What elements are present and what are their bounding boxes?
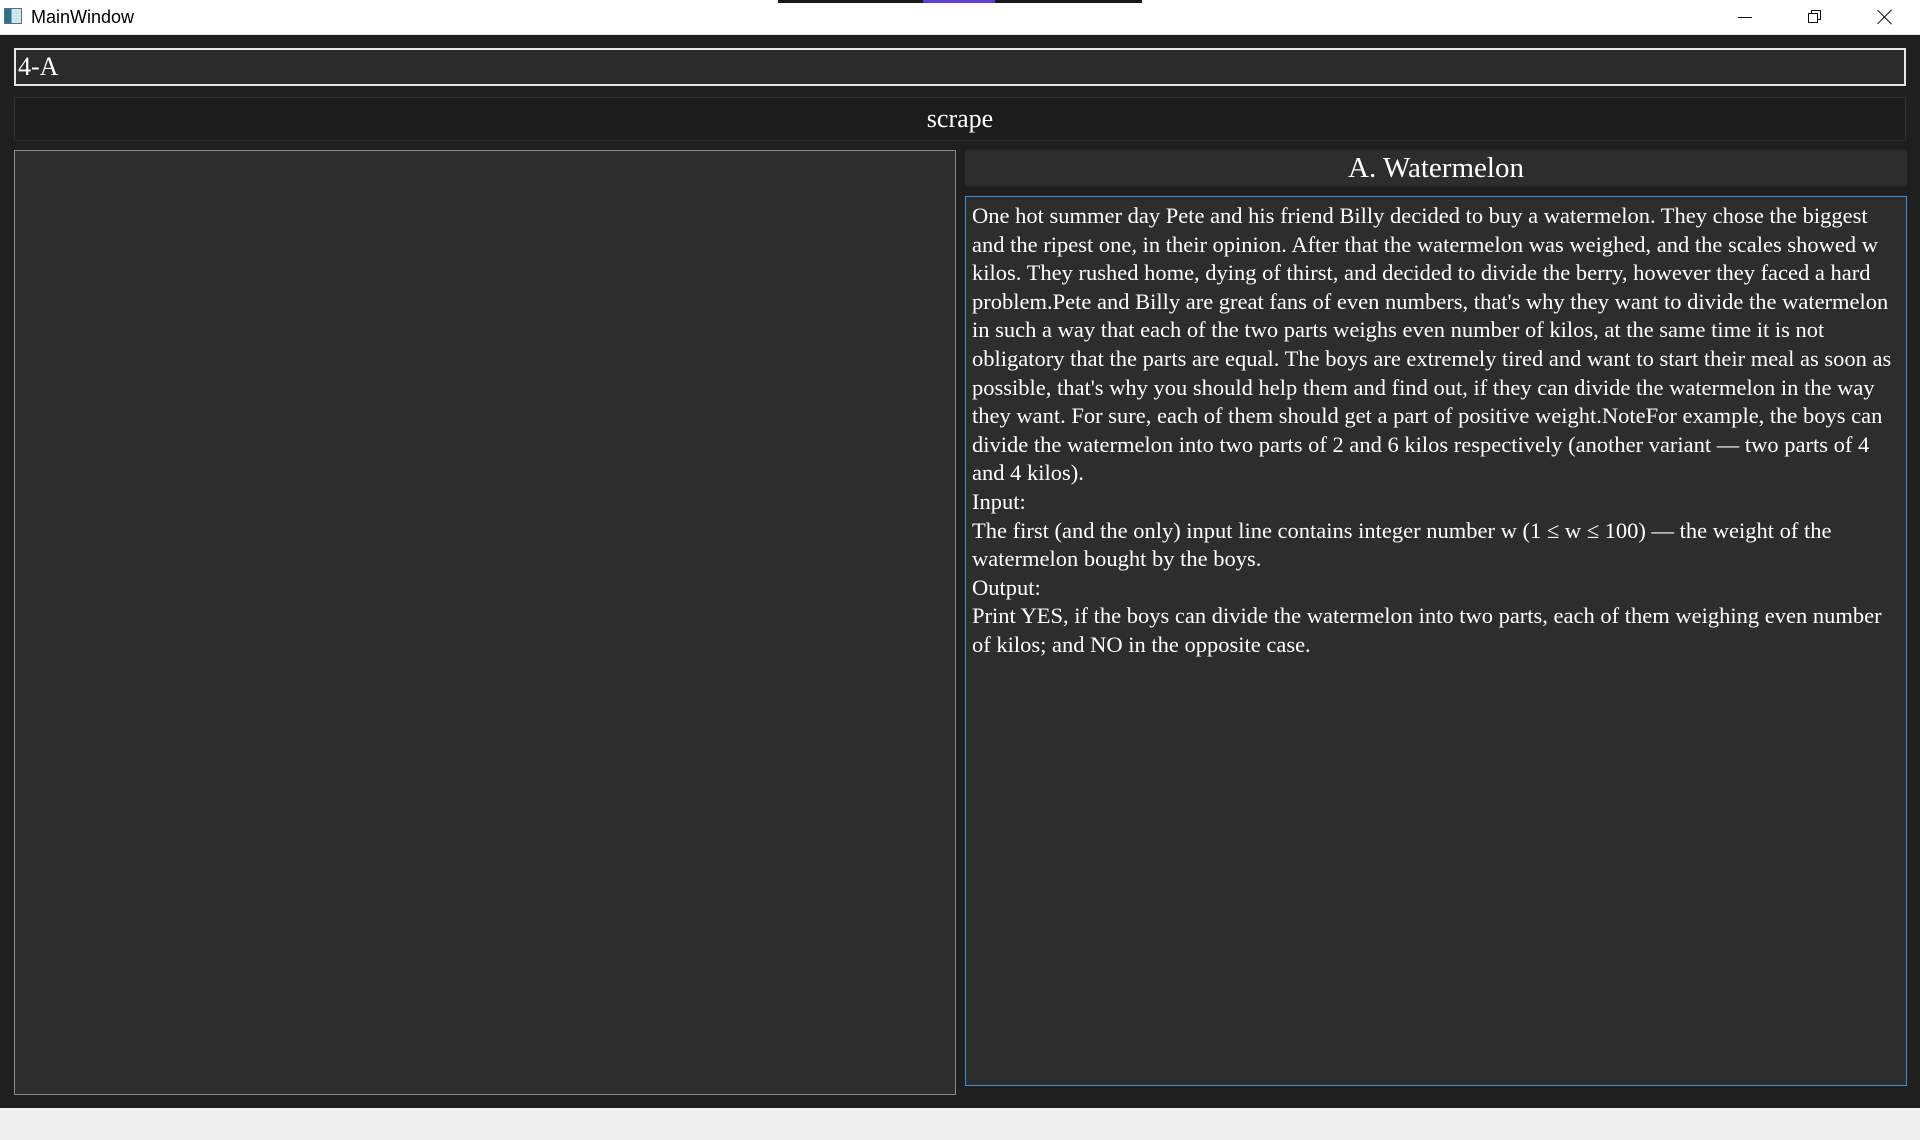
code-editor-panel[interactable]: [14, 150, 956, 1095]
minimize-icon: [1738, 16, 1752, 18]
statement-text: One hot summer day Pete and his friend B…: [972, 203, 1892, 486]
problem-statement-panel[interactable]: One hot summer day Pete and his friend B…: [965, 196, 1907, 1086]
output-text: Print YES, if the boys can divide the wa…: [972, 603, 1882, 657]
close-icon: [1877, 9, 1893, 25]
scrape-button[interactable]: scrape: [14, 97, 1906, 141]
title-bar[interactable]: MainWindow: [0, 0, 1920, 35]
main-window: MainWindow scrape A. Watermelon One hot …: [0, 0, 1920, 1108]
problem-title: A. Watermelon: [965, 150, 1907, 186]
title-progress-bar: [778, 0, 1142, 3]
output-heading: Output:: [972, 574, 1041, 600]
restore-button[interactable]: [1780, 0, 1850, 34]
minimize-button[interactable]: [1710, 0, 1780, 34]
restore-icon: [1808, 10, 1822, 24]
window-title: MainWindow: [31, 7, 135, 27]
window-app-icon: [4, 8, 22, 24]
input-text: The first (and the only) input line cont…: [972, 517, 1832, 572]
title-progress-segment: [923, 0, 995, 3]
close-button[interactable]: [1850, 0, 1920, 34]
problem-code-input[interactable]: [14, 48, 1906, 86]
input-heading: Input:: [972, 488, 1026, 514]
